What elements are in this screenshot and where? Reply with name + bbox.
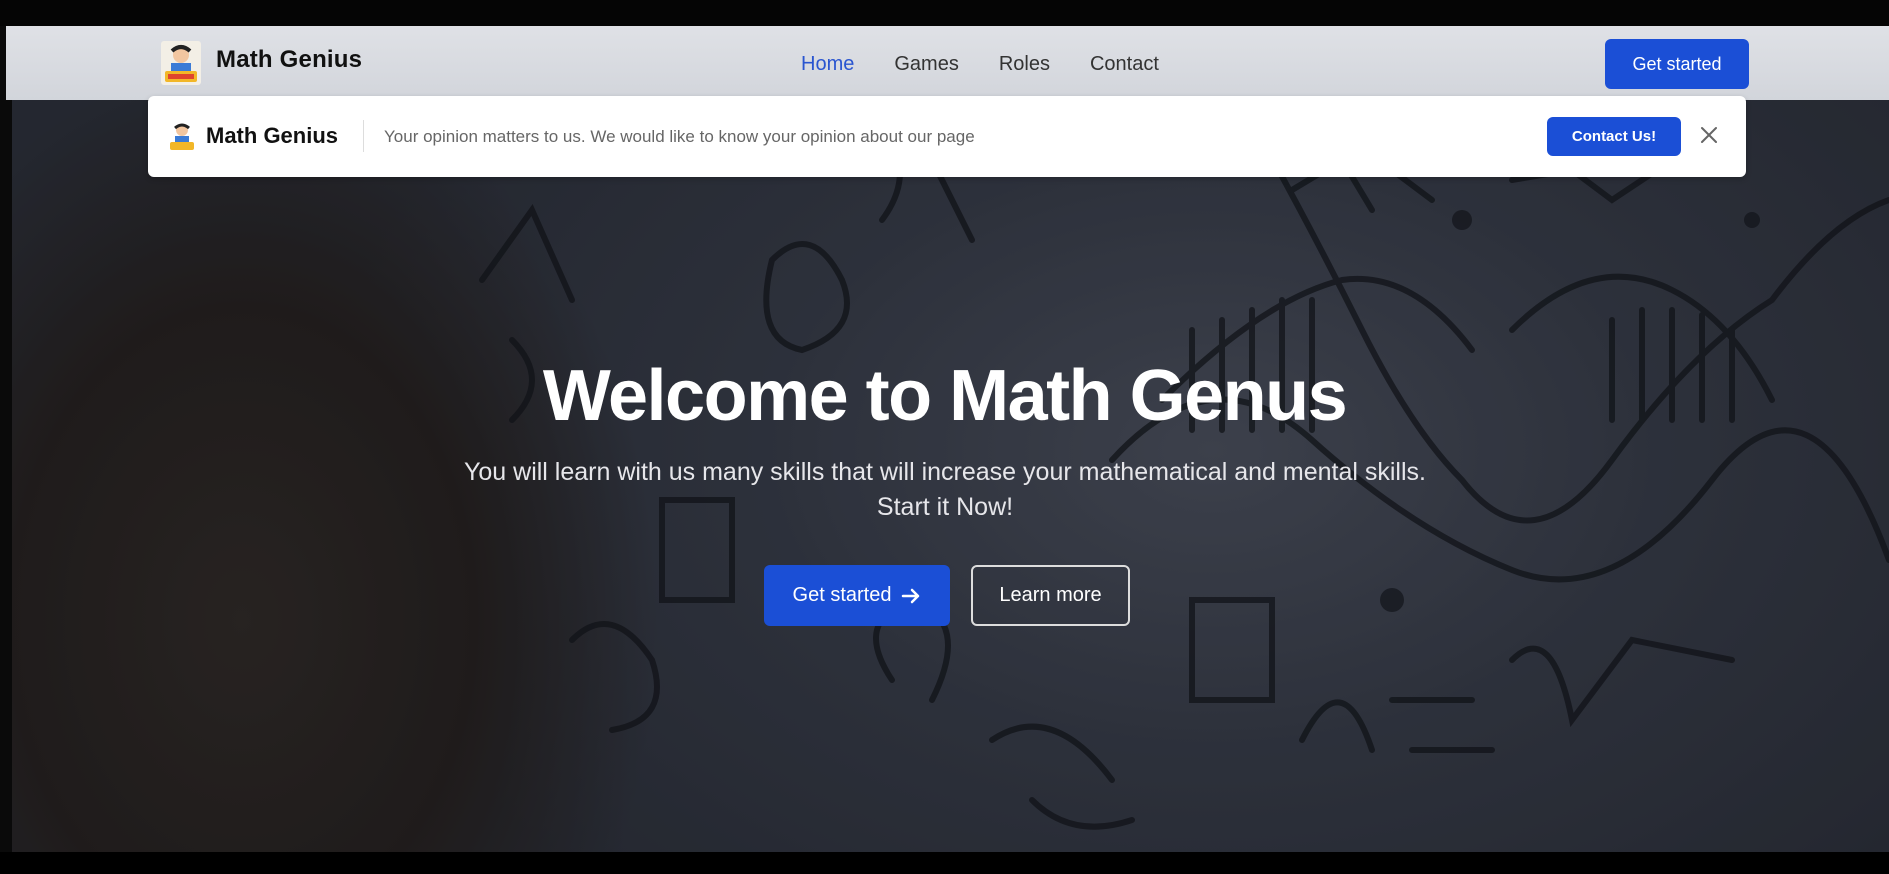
contact-us-button[interactable]: Contact Us! [1547, 117, 1681, 156]
window-frame-bottom [0, 852, 1889, 874]
close-icon[interactable] [1698, 124, 1720, 146]
banner-message: Your opinion matters to us. We would lik… [384, 127, 975, 146]
hero-get-started-button[interactable]: Get started [764, 565, 950, 626]
top-navbar: Math Genius Home Games Roles Contact Get… [6, 26, 1889, 100]
math-genius-logo[interactable] [161, 41, 201, 85]
banner-logo [170, 123, 194, 150]
get-started-button[interactable]: Get started [1605, 39, 1749, 89]
learn-more-button[interactable]: Learn more [971, 565, 1130, 626]
arrow-right-icon [902, 588, 920, 603]
banner-divider [363, 120, 364, 152]
nav-link-games[interactable]: Games [894, 53, 958, 76]
hero-get-started-label: Get started [792, 584, 892, 606]
nav-link-home[interactable]: Home [801, 53, 854, 76]
hero-subtitle-line1: You will learn with us many skills that … [464, 458, 1426, 486]
main-nav: Home Games Roles Contact [801, 53, 1159, 76]
window-frame-top [0, 0, 1889, 26]
window-frame-left [0, 26, 12, 852]
hero-subtitle-line2: Start it Now! [876, 493, 1014, 521]
nav-link-contact[interactable]: Contact [1090, 53, 1159, 76]
brand-name[interactable]: Math Genius [216, 46, 362, 74]
hero-subtitle: You will learn with us many skills that … [420, 455, 1470, 525]
hero-title: Welcome to Math Genus [542, 356, 1348, 436]
nav-link-roles[interactable]: Roles [999, 53, 1050, 76]
banner-brand: Math Genius [206, 123, 339, 148]
feedback-banner: Math Genius Your opinion matters to us. … [148, 96, 1746, 177]
